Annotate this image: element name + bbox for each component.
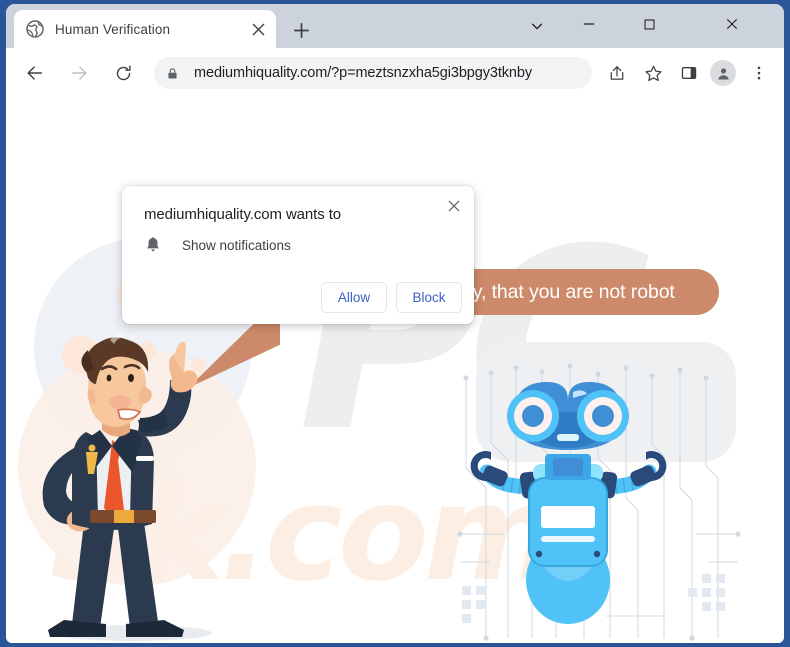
forward-arrow-icon[interactable]: [64, 58, 94, 88]
browser-toolbar: mediumhiquality.com/?p=meztsnzxha5gi3bpg…: [6, 48, 784, 98]
new-tab-button[interactable]: [287, 16, 315, 44]
tab-title: Human Verification: [55, 21, 171, 37]
popup-button-row: Allow Block: [321, 282, 462, 313]
popup-title: mediumhiquality.com wants to: [144, 206, 342, 223]
popup-permission-label: Show notifications: [182, 237, 291, 253]
page-content: PC 5k.com to verify, that you are not ro…: [6, 98, 784, 643]
lock-icon[interactable]: [158, 59, 186, 87]
back-arrow-icon[interactable]: [20, 58, 50, 88]
tab-close-icon[interactable]: [248, 19, 268, 39]
window-minimize-button[interactable]: [566, 8, 612, 40]
address-bar-url: mediumhiquality.com/?p=meztsnzxha5gi3bpg…: [194, 65, 532, 81]
tab-search-chevron-down-icon[interactable]: [520, 12, 554, 40]
three-dot-menu-icon[interactable]: [744, 58, 774, 88]
browser-window-frame: Human Verification mediumhiquality.com/?…: [0, 0, 790, 647]
blue-robot-illustration: [470, 382, 667, 624]
share-icon[interactable]: [602, 58, 632, 88]
tab-strip: Human Verification: [6, 4, 784, 48]
browser-window: Human Verification mediumhiquality.com/?…: [6, 4, 784, 643]
window-close-button[interactable]: [686, 4, 778, 44]
block-button[interactable]: Block: [396, 282, 462, 313]
allow-button[interactable]: Allow: [321, 282, 387, 313]
pointing-businessman-illustration: [42, 334, 212, 641]
popup-permission-row: Show notifications: [144, 235, 291, 255]
address-bar[interactable]: mediumhiquality.com/?p=meztsnzxha5gi3bpg…: [154, 57, 592, 89]
window-maximize-button[interactable]: [626, 8, 672, 40]
tab-human-verification[interactable]: Human Verification: [14, 10, 276, 48]
notification-permission-popup: mediumhiquality.com wants to Show notifi…: [122, 186, 474, 324]
globe-icon: [26, 20, 44, 38]
reload-icon[interactable]: [108, 58, 138, 88]
star-icon[interactable]: [638, 58, 668, 88]
profile-avatar[interactable]: [710, 60, 736, 86]
popup-close-icon[interactable]: [442, 194, 466, 218]
bell-icon: [144, 235, 164, 255]
side-panel-icon[interactable]: [674, 58, 704, 88]
